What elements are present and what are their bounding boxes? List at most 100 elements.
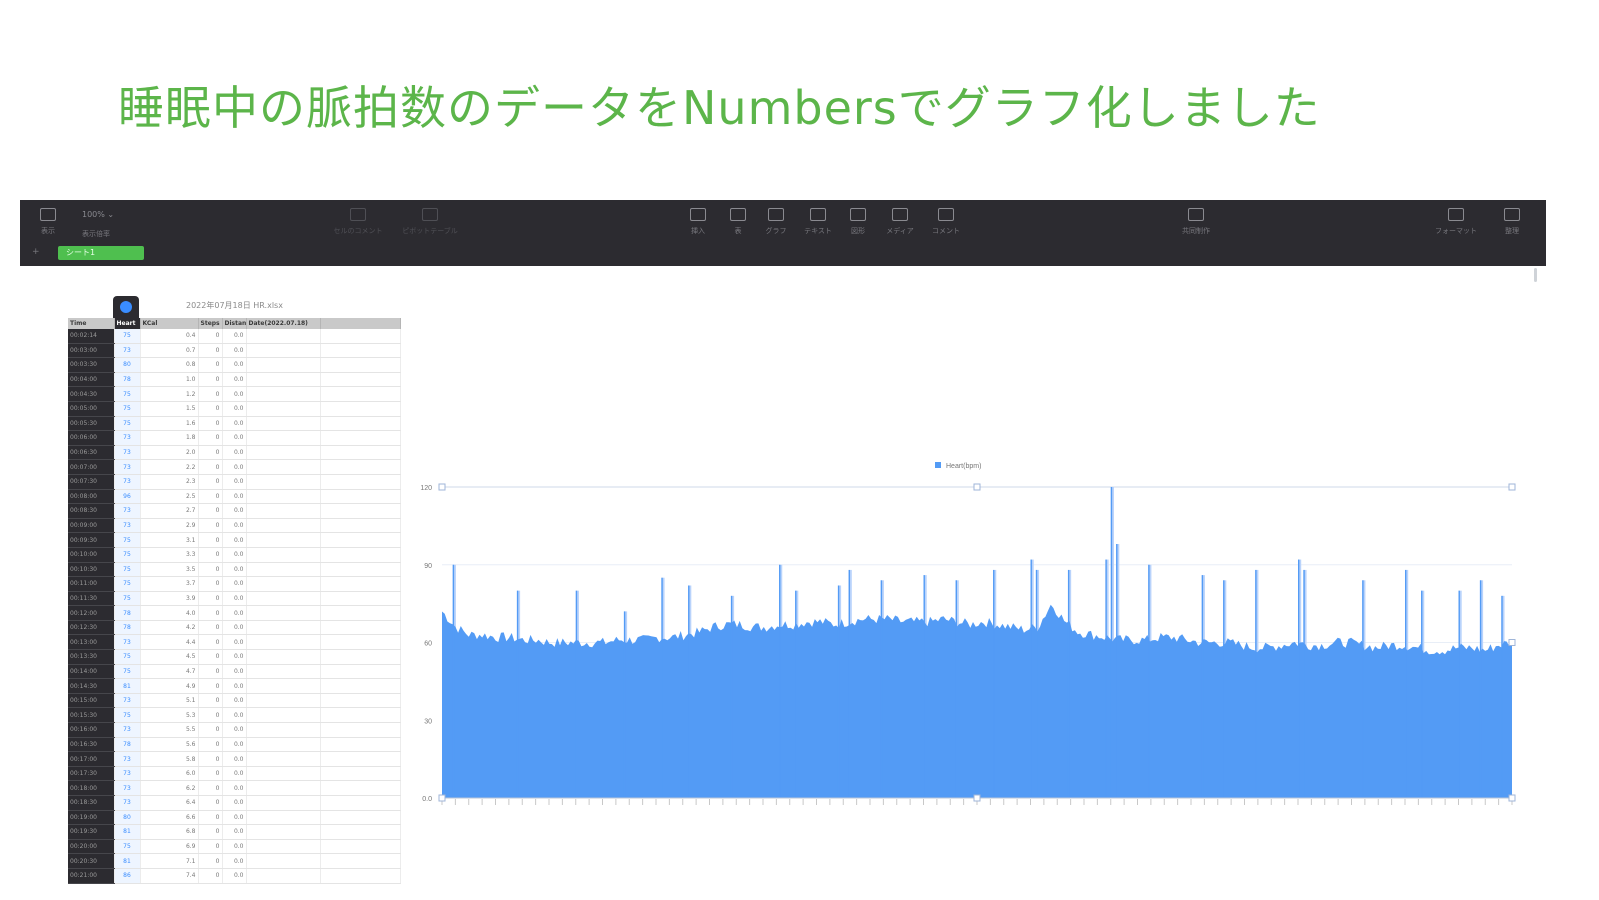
cell-time[interactable]: 00:11:00 <box>68 576 115 592</box>
cell-date[interactable] <box>246 532 321 548</box>
cell-steps[interactable]: 0 <box>198 445 223 461</box>
cell-date[interactable] <box>246 430 321 446</box>
cell-heart[interactable]: 78 <box>114 372 141 388</box>
cell-extra[interactable] <box>320 416 401 432</box>
cell-distance[interactable]: 0.0 <box>222 532 247 548</box>
cell-distance[interactable]: 0.0 <box>222 810 247 826</box>
header-kcal[interactable]: KCal <box>140 318 199 329</box>
cell-date[interactable] <box>246 634 321 651</box>
cell-extra[interactable] <box>320 343 401 359</box>
add-sheet-button[interactable]: + <box>32 247 40 257</box>
cell-heart[interactable]: 73 <box>114 722 141 738</box>
cell-extra[interactable] <box>320 810 401 826</box>
header-time[interactable]: Time <box>68 318 115 329</box>
cell-steps[interactable]: 0 <box>198 547 223 563</box>
cell-date[interactable] <box>246 489 321 505</box>
cell-time[interactable]: 00:20:00 <box>68 839 115 855</box>
cell-distance[interactable]: 0.0 <box>222 489 247 505</box>
sheet-tab[interactable]: シート1 <box>58 246 144 260</box>
cell-heart[interactable]: 78 <box>114 620 141 636</box>
cell-time[interactable]: 00:16:30 <box>68 737 115 753</box>
pivot-table-button[interactable]: ピボットテーブル <box>390 208 470 242</box>
cell-distance[interactable]: 0.0 <box>222 401 247 417</box>
cell-extra[interactable] <box>320 839 401 855</box>
cell-distance[interactable]: 0.0 <box>222 547 247 563</box>
cell-date[interactable] <box>246 474 321 490</box>
cell-kcal[interactable]: 5.6 <box>140 737 199 753</box>
cell-extra[interactable] <box>320 562 401 578</box>
cell-heart[interactable]: 75 <box>114 329 141 344</box>
cell-distance[interactable]: 0.0 <box>222 591 247 607</box>
cell-date[interactable] <box>246 562 321 578</box>
cell-date[interactable] <box>246 693 321 709</box>
cell-kcal[interactable]: 0.7 <box>140 343 199 359</box>
cell-kcal[interactable]: 4.2 <box>140 620 199 636</box>
cell-extra[interactable] <box>320 707 401 724</box>
cell-date[interactable] <box>246 416 321 432</box>
cell-date[interactable] <box>246 343 321 359</box>
cell-distance[interactable]: 0.0 <box>222 386 247 402</box>
cell-heart[interactable]: 75 <box>114 576 141 592</box>
cell-extra[interactable] <box>320 489 401 505</box>
cell-time[interactable]: 00:18:30 <box>68 795 115 811</box>
cell-heart[interactable]: 75 <box>114 532 141 548</box>
cell-time[interactable]: 00:15:00 <box>68 693 115 709</box>
cell-steps[interactable]: 0 <box>198 737 223 753</box>
cell-time[interactable]: 00:19:00 <box>68 810 115 826</box>
cell-time[interactable]: 00:14:00 <box>68 664 115 680</box>
cell-time[interactable]: 00:06:30 <box>68 445 115 461</box>
cell-heart[interactable]: 78 <box>114 737 141 753</box>
cell-heart[interactable]: 75 <box>114 547 141 563</box>
cell-extra[interactable] <box>320 853 401 869</box>
cell-date[interactable] <box>246 839 321 855</box>
cell-kcal[interactable]: 1.6 <box>140 416 199 432</box>
cell-steps[interactable]: 0 <box>198 430 223 446</box>
cell-time[interactable]: 00:07:30 <box>68 474 115 490</box>
cell-kcal[interactable]: 6.4 <box>140 795 199 811</box>
cell-distance[interactable]: 0.0 <box>222 737 247 753</box>
header-distance[interactable]: Distance <box>222 318 247 329</box>
cell-distance[interactable]: 0.0 <box>222 518 247 534</box>
cell-steps[interactable]: 0 <box>198 459 223 475</box>
cell-distance[interactable]: 0.0 <box>222 372 247 388</box>
cell-heart[interactable]: 80 <box>114 810 141 826</box>
cell-kcal[interactable]: 3.7 <box>140 576 199 592</box>
cell-heart[interactable]: 75 <box>114 562 141 578</box>
cell-extra[interactable] <box>320 664 401 680</box>
cell-distance[interactable]: 0.0 <box>222 416 247 432</box>
organize-button[interactable]: 整理 <box>1488 208 1536 242</box>
cell-time[interactable]: 00:17:30 <box>68 766 115 782</box>
cell-steps[interactable]: 0 <box>198 386 223 402</box>
cell-steps[interactable]: 0 <box>198 707 223 724</box>
cell-kcal[interactable]: 2.9 <box>140 518 199 534</box>
cell-distance[interactable]: 0.0 <box>222 649 247 665</box>
cell-steps[interactable]: 0 <box>198 853 223 869</box>
cell-date[interactable] <box>246 853 321 869</box>
cell-time[interactable]: 00:02:14 <box>68 329 115 344</box>
cell-date[interactable] <box>246 810 321 826</box>
cell-date[interactable] <box>246 605 321 621</box>
cell-time[interactable]: 00:19:30 <box>68 824 115 840</box>
cell-kcal[interactable]: 2.5 <box>140 489 199 505</box>
cell-distance[interactable]: 0.0 <box>222 693 247 709</box>
cell-extra[interactable] <box>320 693 401 709</box>
cell-date[interactable] <box>246 751 321 767</box>
cell-kcal[interactable]: 2.3 <box>140 474 199 490</box>
cell-steps[interactable]: 0 <box>198 868 223 884</box>
cell-extra[interactable] <box>320 868 401 884</box>
cell-distance[interactable]: 0.0 <box>222 445 247 461</box>
cell-date[interactable] <box>246 503 321 519</box>
cell-kcal[interactable]: 1.2 <box>140 386 199 402</box>
cell-time[interactable]: 00:09:00 <box>68 518 115 534</box>
cell-date[interactable] <box>246 576 321 592</box>
cell-steps[interactable]: 0 <box>198 474 223 490</box>
cell-time[interactable]: 00:08:00 <box>68 489 115 505</box>
cell-distance[interactable]: 0.0 <box>222 664 247 680</box>
cell-extra[interactable] <box>320 780 401 796</box>
cell-steps[interactable]: 0 <box>198 562 223 578</box>
cell-distance[interactable]: 0.0 <box>222 722 247 738</box>
cell-heart[interactable]: 80 <box>114 357 141 373</box>
cell-date[interactable] <box>246 445 321 461</box>
cell-kcal[interactable]: 1.5 <box>140 401 199 417</box>
cell-extra[interactable] <box>320 620 401 636</box>
